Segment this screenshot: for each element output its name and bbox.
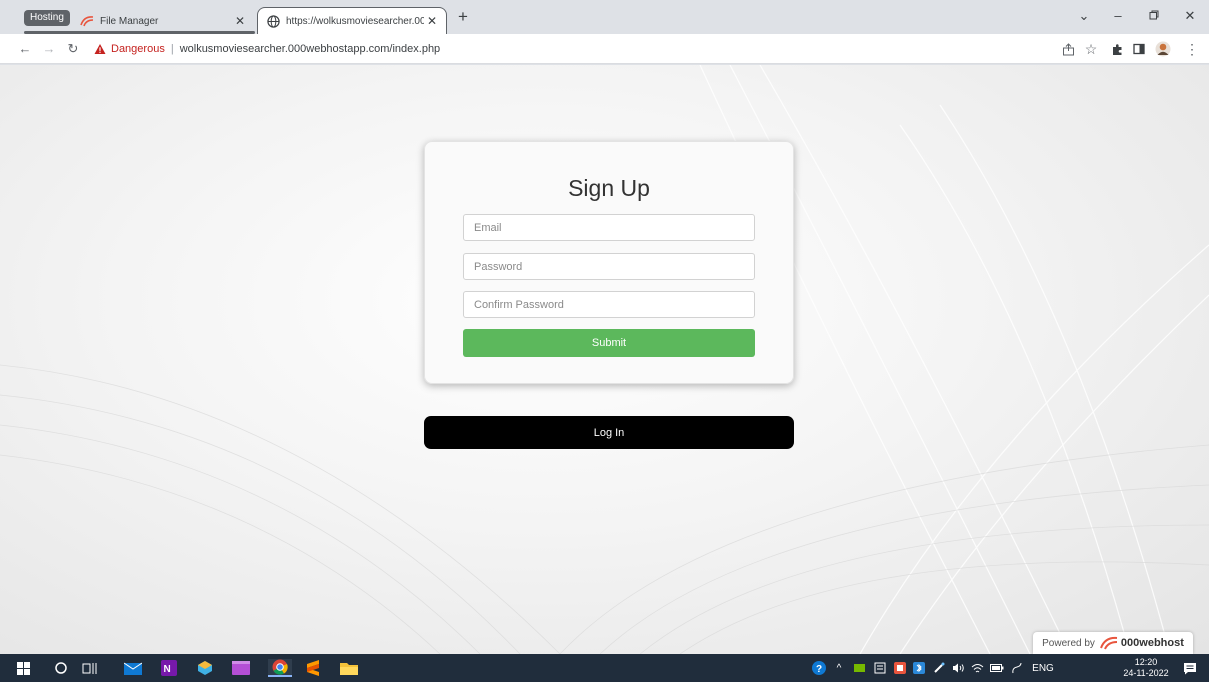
svg-text:N: N — [164, 664, 171, 675]
tab-search-chevron-icon[interactable]: ⌄ — [1070, 6, 1098, 26]
tab-close-icon[interactable]: ✕ — [232, 13, 248, 29]
new-tab-plus-icon[interactable]: + — [455, 8, 471, 26]
warning-triangle-icon — [94, 44, 106, 54]
pen-workspace-tray-icon[interactable] — [1010, 661, 1024, 675]
bluetooth-tray-icon[interactable] — [912, 661, 926, 675]
clock-time: 12:20 — [1134, 657, 1158, 667]
tray-overflow-chevron-icon[interactable]: ^ — [832, 661, 846, 675]
browser-tab-strip: Hosting File Manager ✕ https://wolkusmov… — [0, 0, 1209, 34]
clock-date: 24-11-2022 — [1123, 668, 1169, 678]
powered-by-badge[interactable]: Powered by 000webhost — [1033, 632, 1193, 654]
nvidia-tray-icon[interactable] — [852, 661, 866, 675]
confirm-password-input[interactable] — [463, 291, 755, 318]
extensions-puzzle-icon[interactable] — [1109, 41, 1125, 57]
minimize-icon[interactable]: – — [1104, 6, 1132, 26]
volume-tray-icon[interactable] — [951, 661, 965, 675]
profile-avatar[interactable] — [1155, 41, 1171, 57]
tab-close-icon[interactable]: ✕ — [424, 13, 440, 29]
system-clock[interactable]: 12:20 24-11-2022 — [1120, 657, 1172, 679]
tab-title: File Manager — [100, 15, 159, 27]
back-arrow-icon[interactable]: ← — [16, 40, 34, 58]
powered-by-brand: 000webhost — [1120, 637, 1184, 649]
tablet-mode-tray-icon[interactable] — [873, 661, 887, 675]
office-tray-icon[interactable] — [893, 661, 907, 675]
login-button[interactable]: Log In — [424, 416, 794, 449]
sublime-text-app-icon[interactable] — [304, 659, 322, 677]
more-menu-icon[interactable]: ⋮ — [1184, 41, 1200, 57]
side-panel-icon[interactable] — [1131, 41, 1147, 57]
close-window-icon[interactable]: ✕ — [1176, 6, 1204, 26]
onenote-app-icon[interactable]: N — [160, 659, 178, 677]
password-input[interactable] — [463, 253, 755, 280]
address-separator: | — [170, 43, 174, 55]
forward-arrow-icon[interactable]: → — [40, 40, 58, 58]
mail-app-icon[interactable] — [124, 659, 142, 677]
notification-center-icon[interactable] — [1182, 661, 1198, 675]
tab-file-manager[interactable]: File Manager ✕ — [72, 8, 254, 34]
address-url: wolkusmoviesearcher.000webhostapp.com/in… — [179, 43, 441, 55]
address-bar[interactable]: Dangerous | wolkusmoviesearcher.000webho… — [94, 39, 464, 59]
tab-current-site[interactable]: https://wolkusmoviesearcher.000 ✕ — [257, 7, 447, 34]
browser-toolbar: ← → ↻ Dangerous | wolkusmoviesearcher.00… — [0, 34, 1209, 64]
security-warning-label: Dangerous — [111, 43, 165, 55]
globe-icon — [266, 14, 280, 28]
windows-start-icon[interactable] — [14, 659, 32, 677]
task-view-icon[interactable] — [80, 659, 98, 677]
email-input[interactable] — [463, 214, 755, 241]
tab-title: https://wolkusmoviesearcher.000 — [286, 15, 424, 27]
reload-icon[interactable]: ↻ — [64, 40, 82, 58]
webhost-logo-icon — [80, 14, 94, 28]
chrome-app-icon[interactable] — [268, 659, 292, 677]
page-viewport: Sign Up Submit Log In Powered by 000webh… — [0, 65, 1209, 654]
webhost-logo-icon — [1099, 636, 1118, 650]
windows-taskbar: N ? ^ ENG 12:20 24-11-2022 — [0, 654, 1209, 682]
search-circle-icon[interactable] — [52, 659, 70, 677]
signup-card: Sign Up Submit — [424, 141, 794, 384]
signup-title: Sign Up — [568, 175, 650, 201]
help-icon[interactable]: ? — [811, 661, 827, 675]
share-icon[interactable] — [1060, 41, 1076, 57]
restore-icon[interactable] — [1140, 6, 1168, 26]
language-indicator[interactable]: ENG — [1030, 661, 1056, 675]
wifi-tray-icon[interactable] — [970, 661, 984, 675]
pen-tray-icon[interactable] — [932, 661, 946, 675]
powered-by-prefix: Powered by — [1042, 637, 1095, 649]
battery-tray-icon[interactable] — [990, 661, 1004, 675]
tab-group-chip[interactable]: Hosting — [24, 10, 70, 26]
3d-viewer-app-icon[interactable] — [196, 659, 214, 677]
svg-text:?: ? — [816, 664, 822, 675]
submit-button[interactable]: Submit — [463, 329, 755, 357]
video-editor-app-icon[interactable] — [232, 659, 250, 677]
file-explorer-app-icon[interactable] — [340, 659, 358, 677]
bookmark-star-icon[interactable]: ☆ — [1083, 41, 1099, 57]
